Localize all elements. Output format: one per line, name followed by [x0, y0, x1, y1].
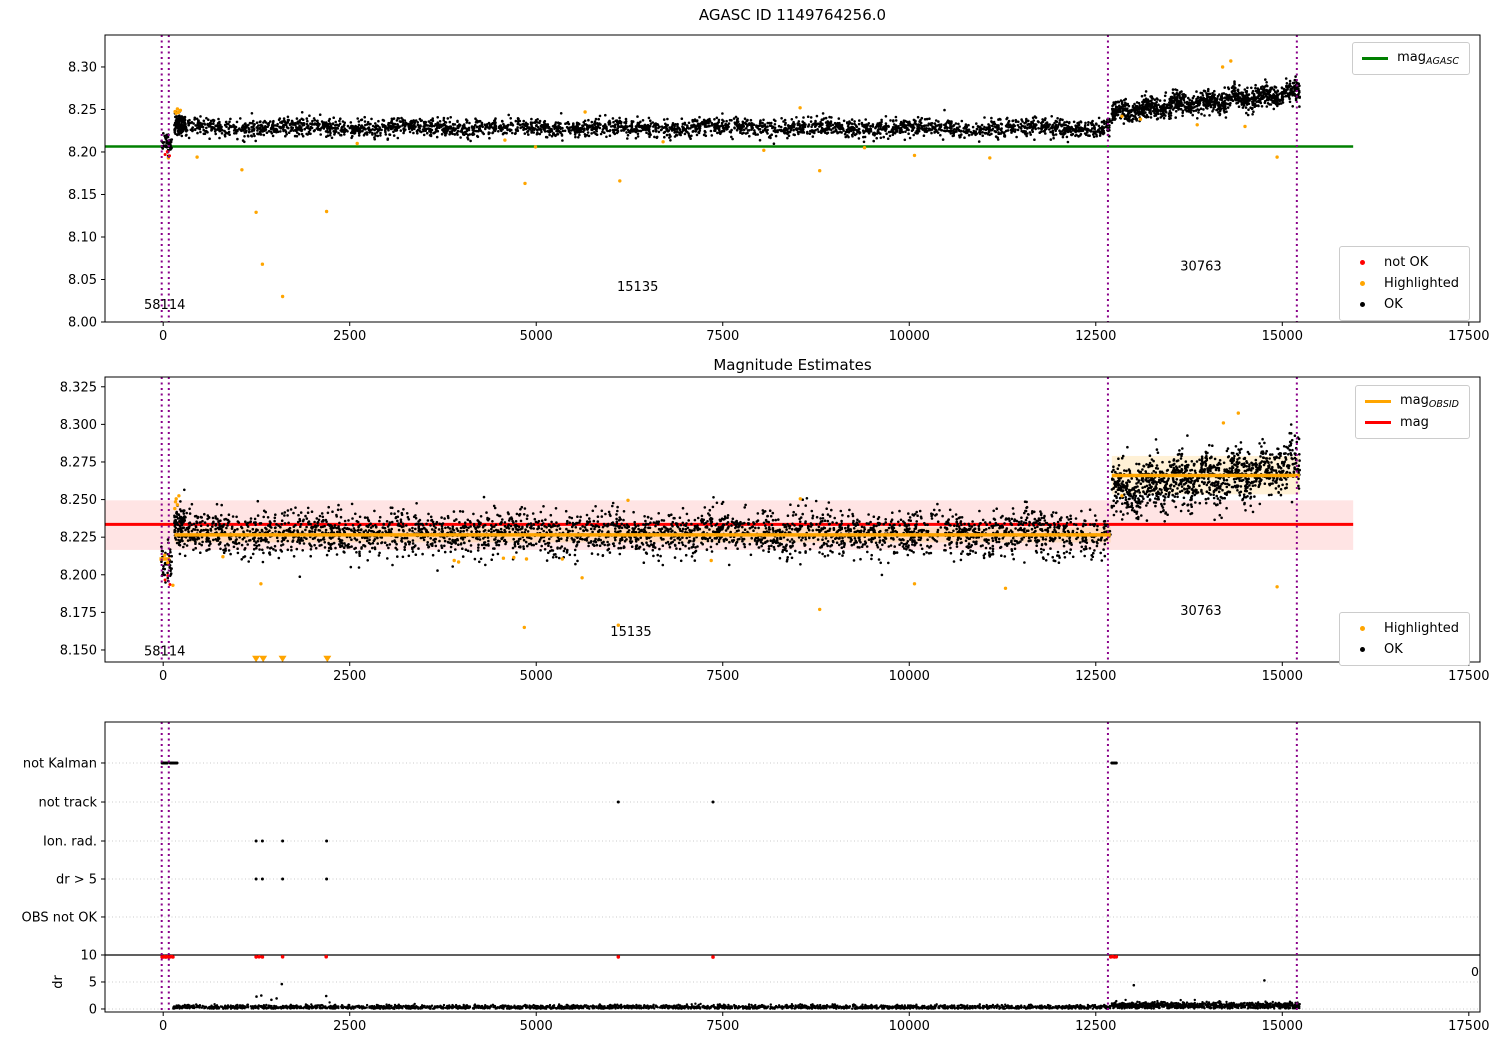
swatch-shape	[1364, 421, 1391, 424]
legend-entry: Highlighted	[1348, 618, 1459, 639]
x-tick-label: 15000	[1262, 1019, 1303, 1034]
legend-entry: Highlighted	[1348, 273, 1459, 294]
clipped-tick-label: 0	[1471, 964, 1479, 979]
chart-0-legend-0: magAGASC	[1352, 42, 1470, 75]
figure-canvas: AGASC ID 1149764256.0 Magnitude Estimate…	[0, 0, 1500, 1050]
legend-entry: OK	[1348, 294, 1459, 315]
x-tick-label: 17500	[1448, 1019, 1489, 1034]
swatch-shape	[1359, 281, 1365, 286]
y-tick-label: OBS not OK	[22, 910, 98, 925]
legend-entry: not OK	[1348, 252, 1459, 273]
x-tick-label: 5000	[520, 1019, 553, 1034]
x-tick-label: 2500	[333, 1019, 366, 1034]
y-tick-label: 0	[89, 1002, 97, 1017]
swatch-shape	[1362, 57, 1389, 60]
legend-label-subscript: AGASC	[1425, 56, 1459, 67]
swatch-shape	[1359, 647, 1365, 652]
y-tick-label: not Kalman	[23, 756, 97, 771]
y-tick-label: not track	[38, 796, 97, 811]
swatch-shape	[1359, 626, 1365, 631]
dr-main	[172, 1001, 1112, 1010]
legend-line-swatch	[1361, 57, 1389, 60]
y-axis-label: dr	[51, 975, 66, 989]
legend-label: Highlighted	[1384, 276, 1459, 291]
legend-dot-swatch	[1348, 647, 1376, 652]
chart-0-legend-1: not OK Highlighted OK	[1339, 246, 1470, 321]
legend-line-swatch	[1364, 400, 1392, 403]
legend-dot-swatch	[1348, 281, 1376, 286]
y-tick-label: dr > 5	[56, 873, 97, 888]
legend-entry: magOBSID	[1364, 391, 1459, 412]
legend-dot-swatch	[1348, 302, 1376, 307]
legend-label: Highlighted	[1384, 621, 1459, 636]
dr-not-ok-points	[160, 954, 1119, 959]
legend-label: magAGASC	[1397, 50, 1459, 67]
legend-label: magOBSID	[1399, 393, 1459, 410]
legend-dot-swatch	[1348, 260, 1376, 265]
legend-dot-swatch	[1348, 626, 1376, 631]
y-tick-label: Ion. rad.	[43, 835, 97, 850]
chart-2-plot-area	[105, 722, 1480, 1012]
legend-line-swatch	[1364, 421, 1392, 424]
legend-label: mag	[1399, 415, 1429, 430]
dr-right	[1110, 998, 1301, 1010]
legend-label: OK	[1384, 642, 1403, 657]
x-tick-label: 12500	[1075, 1019, 1116, 1034]
legend-entry: OK	[1348, 639, 1459, 660]
y-tick-label: 5	[89, 975, 97, 990]
chart-1-legend-1: Highlighted OK	[1339, 612, 1470, 666]
legend-entry: mag	[1364, 412, 1459, 433]
x-tick-label: 7500	[706, 1019, 739, 1034]
x-tick-label: 10000	[889, 1019, 930, 1034]
y-tick-label: 10	[80, 948, 97, 963]
legend-label-subscript: OBSID	[1428, 399, 1459, 410]
swatch-shape	[1359, 302, 1365, 307]
chart-2-svg: 0 2500 5000 7500 10000 12500 15000 17500 not Kal…	[22, 721, 1489, 1034]
dr-outlier-points	[255, 979, 1266, 1002]
legend-entry: magAGASC	[1361, 48, 1459, 69]
legend-label: not OK	[1384, 255, 1429, 270]
axes-frame	[104, 721, 1481, 1013]
chart-1-legend-0: magOBSID mag	[1354, 385, 1470, 439]
swatch-shape	[1359, 260, 1365, 265]
legend-label: OK	[1384, 297, 1403, 312]
swatch-shape	[1364, 400, 1391, 403]
x-tick-label: 0	[159, 1019, 167, 1034]
